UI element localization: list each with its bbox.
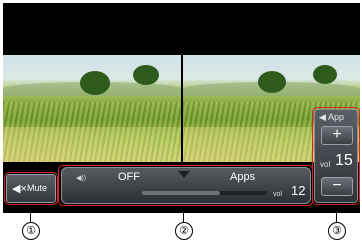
callout-number-3: ③ xyxy=(328,222,346,240)
callout-number-2: ② xyxy=(175,222,193,240)
tree xyxy=(133,65,159,85)
tree xyxy=(80,71,110,95)
tree xyxy=(258,71,286,93)
callout-box-1 xyxy=(4,172,58,205)
callout-box-2 xyxy=(58,165,313,206)
callout-number-1: ① xyxy=(22,222,40,240)
callout-box-3 xyxy=(312,107,360,205)
tree xyxy=(313,65,337,84)
video-frame-left xyxy=(3,55,181,162)
